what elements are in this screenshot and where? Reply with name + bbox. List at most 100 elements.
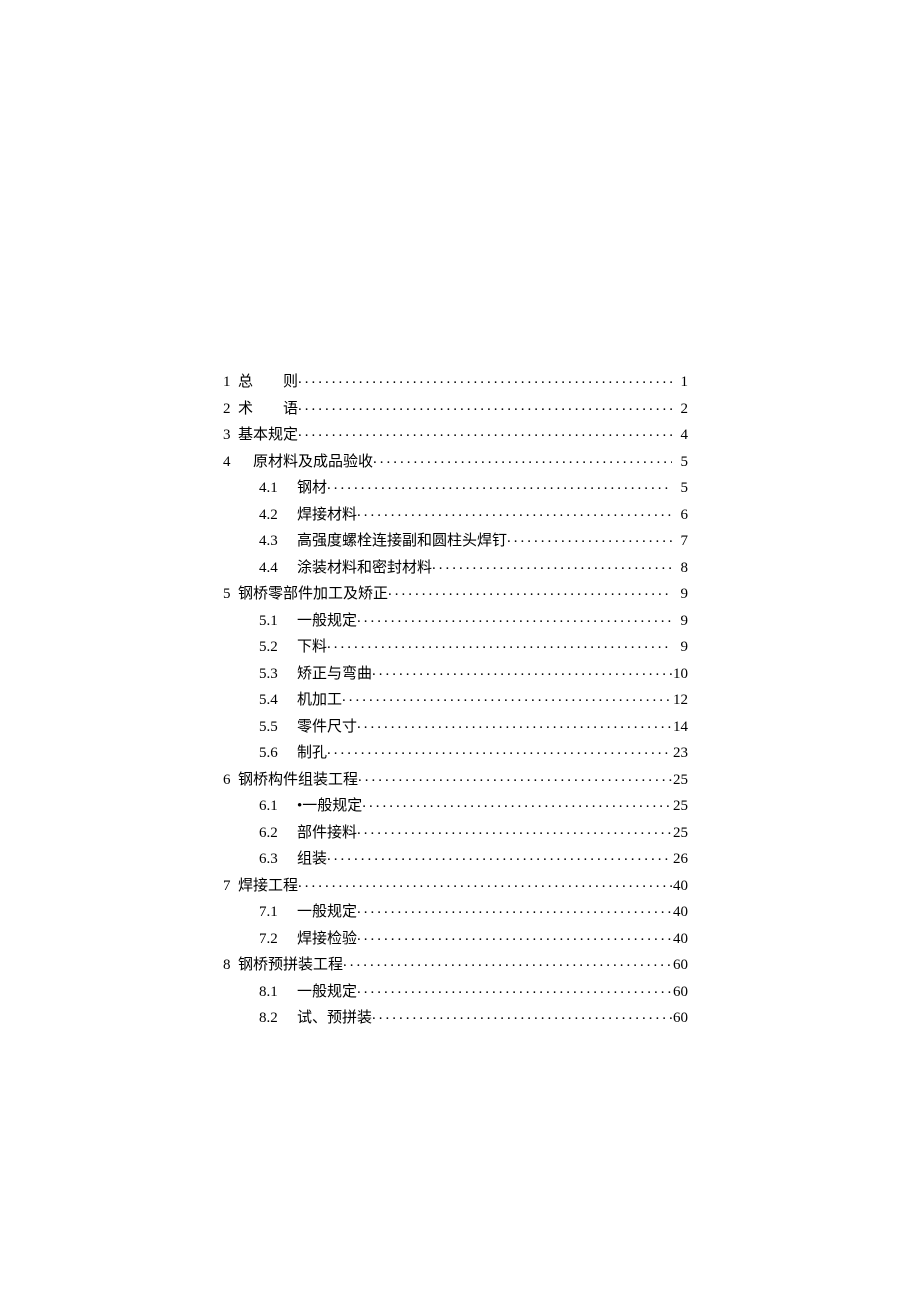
toc-section-number: 5.4 bbox=[259, 689, 297, 713]
toc-section-number: 4.4 bbox=[259, 557, 297, 581]
toc-section-number: 8.2 bbox=[259, 1007, 297, 1031]
toc-section-number: 6.1 bbox=[259, 795, 297, 819]
toc-entry: 8.2试、预拼装 60 bbox=[223, 1004, 688, 1031]
toc-entry: 3 基本规定 4 bbox=[223, 421, 688, 448]
toc-page-number: 12 bbox=[672, 689, 688, 713]
toc-chapter-title: 焊接工程 bbox=[238, 875, 298, 899]
toc-entry: 5.2下料 9 bbox=[223, 633, 688, 660]
toc-leader-dots bbox=[372, 1004, 672, 1022]
toc-container: 1 总 则12 术 语23 基本规定44 原材料及成品验收54.1钢材54.2焊… bbox=[223, 368, 688, 1031]
toc-chapter-title: 基本规定 bbox=[238, 424, 298, 448]
toc-chapter-title: 钢桥预拼装工程 bbox=[238, 954, 343, 978]
toc-entry: 5.4机加工12 bbox=[223, 686, 688, 713]
toc-entry: 8.1一般规定 60 bbox=[223, 978, 688, 1005]
toc-section-title: 零件尺寸 bbox=[297, 716, 357, 740]
toc-page-number: 25 bbox=[672, 795, 688, 819]
toc-entry: 4.1钢材 5 bbox=[223, 474, 688, 501]
toc-page-number: 2 bbox=[672, 398, 688, 422]
toc-chapter-title: 原材料及成品验收 bbox=[238, 451, 373, 475]
toc-leader-dots bbox=[357, 501, 672, 519]
toc-page-number: 4 bbox=[672, 424, 688, 448]
toc-page-number: 60 bbox=[672, 954, 688, 978]
toc-page-number: 40 bbox=[672, 875, 688, 899]
toc-entry: 5.3矫正与弯曲 10 bbox=[223, 660, 688, 687]
toc-section-title: 组装 bbox=[297, 848, 327, 872]
toc-entry: 1 总 则1 bbox=[223, 368, 688, 395]
toc-entry: 2 术 语2 bbox=[223, 395, 688, 422]
toc-page-number: 60 bbox=[672, 1007, 688, 1031]
toc-leader-dots bbox=[432, 554, 672, 572]
toc-section-title: 一般规定 bbox=[297, 981, 357, 1005]
toc-leader-dots bbox=[357, 898, 672, 916]
toc-leader-dots bbox=[372, 660, 672, 678]
toc-section-number: 4.1 bbox=[259, 477, 297, 501]
toc-leader-dots bbox=[357, 607, 672, 625]
toc-page-number: 40 bbox=[672, 901, 688, 925]
toc-section-number: 5.3 bbox=[259, 663, 297, 687]
toc-page-number: 14 bbox=[672, 716, 688, 740]
toc-section-number: 4.3 bbox=[259, 530, 297, 554]
toc-entry: 4 原材料及成品验收5 bbox=[223, 448, 688, 475]
toc-chapter-number: 7 bbox=[223, 875, 238, 899]
toc-section-title: 制孔 bbox=[297, 742, 327, 766]
toc-section-title: 试、预拼装 bbox=[297, 1007, 372, 1031]
toc-entry: 5 钢桥零部件加工及矫正9 bbox=[223, 580, 688, 607]
toc-leader-dots bbox=[357, 978, 672, 996]
toc-page-number: 5 bbox=[672, 451, 688, 475]
toc-chapter-title: 术 语 bbox=[238, 398, 298, 422]
toc-chapter-number: 5 bbox=[223, 583, 238, 607]
toc-page-number: 6 bbox=[672, 504, 688, 528]
toc-leader-dots bbox=[373, 448, 672, 466]
toc-page-number: 25 bbox=[672, 769, 688, 793]
toc-leader-dots bbox=[298, 872, 672, 890]
toc-section-title: 一般规定 bbox=[297, 610, 357, 634]
toc-entry: 7.1一般规定40 bbox=[223, 898, 688, 925]
toc-chapter-title: 钢桥零部件加工及矫正 bbox=[238, 583, 388, 607]
toc-leader-dots bbox=[343, 951, 672, 969]
toc-section-number: 4.2 bbox=[259, 504, 297, 528]
toc-chapter-number: 6 bbox=[223, 769, 238, 793]
toc-section-title: 钢材 bbox=[297, 477, 327, 501]
toc-leader-dots bbox=[507, 527, 672, 545]
toc-leader-dots bbox=[342, 686, 672, 704]
toc-leader-dots bbox=[298, 395, 672, 413]
toc-section-number: 5.1 bbox=[259, 610, 297, 634]
toc-entry: 5.5零件尺寸14 bbox=[223, 713, 688, 740]
toc-section-title: 涂装材料和密封材料 bbox=[297, 557, 432, 581]
toc-page-number: 9 bbox=[672, 636, 688, 660]
toc-page-number: 5 bbox=[672, 477, 688, 501]
toc-page-number: 7 bbox=[672, 530, 688, 554]
toc-section-number: 5.6 bbox=[259, 742, 297, 766]
toc-entry: 4.4涂装材料和密封材料 8 bbox=[223, 554, 688, 581]
toc-page-number: 60 bbox=[672, 981, 688, 1005]
toc-section-title: 下料 bbox=[297, 636, 327, 660]
toc-section-title: •一般规定 bbox=[297, 795, 362, 819]
toc-section-number: 7.1 bbox=[259, 901, 297, 925]
toc-page-number: 9 bbox=[672, 610, 688, 634]
toc-entry: 7 焊接工程 40 bbox=[223, 872, 688, 899]
toc-entry: 7.2焊接检验40 bbox=[223, 925, 688, 952]
toc-page-number: 26 bbox=[672, 848, 688, 872]
toc-page-number: 25 bbox=[672, 822, 688, 846]
toc-chapter-number: 3 bbox=[223, 424, 238, 448]
toc-entry: 6.2部件接料 25 bbox=[223, 819, 688, 846]
toc-chapter-title: 总 则 bbox=[238, 371, 298, 395]
toc-page-number: 40 bbox=[672, 928, 688, 952]
toc-chapter-number: 1 bbox=[223, 371, 238, 395]
toc-page-number: 8 bbox=[672, 557, 688, 581]
toc-section-number: 7.2 bbox=[259, 928, 297, 952]
toc-section-title: 部件接料 bbox=[297, 822, 357, 846]
toc-section-number: 8.1 bbox=[259, 981, 297, 1005]
toc-leader-dots bbox=[362, 792, 672, 810]
toc-section-title: 高强度螺栓连接副和圆柱头焊钉 bbox=[297, 530, 507, 554]
toc-section-number: 5.2 bbox=[259, 636, 297, 660]
toc-leader-dots bbox=[357, 713, 672, 731]
toc-section-number: 6.2 bbox=[259, 822, 297, 846]
toc-section-title: 矫正与弯曲 bbox=[297, 663, 372, 687]
toc-page-number: 1 bbox=[672, 371, 688, 395]
toc-leader-dots bbox=[357, 819, 672, 837]
toc-page-number: 10 bbox=[672, 663, 688, 687]
toc-entry: 6 钢桥构件组装工程25 bbox=[223, 766, 688, 793]
toc-leader-dots bbox=[327, 739, 672, 757]
toc-leader-dots bbox=[298, 421, 672, 439]
